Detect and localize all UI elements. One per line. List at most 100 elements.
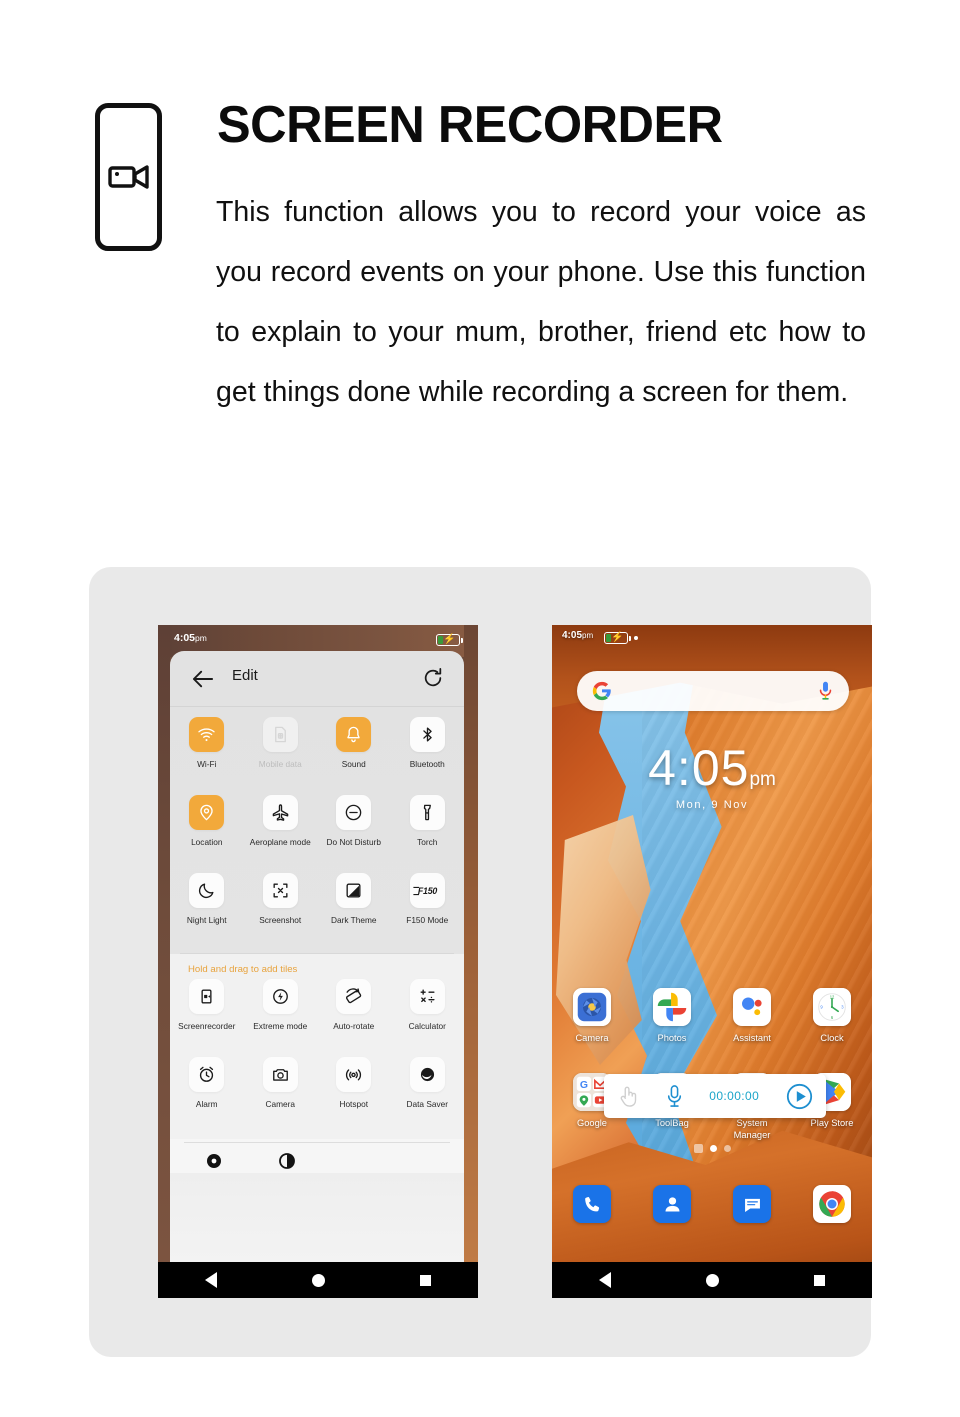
triangle-back-icon[interactable] [599, 1272, 612, 1288]
camera-icon [262, 1057, 298, 1092]
qs-tile-calculator[interactable]: Calculator [391, 979, 465, 1057]
app-label: System Manager [733, 1118, 771, 1140]
dock-phone[interactable] [552, 1185, 632, 1223]
qs-tile-location[interactable]: Location [170, 795, 244, 873]
video-camera-phone-icon [95, 103, 162, 251]
square-recents-icon[interactable] [813, 1274, 825, 1286]
chrome-icon [813, 1185, 851, 1223]
qs-tile-row: Alarm Camera Hotspot Data Saver [170, 1057, 464, 1135]
app-label: Google [577, 1118, 607, 1128]
quick-settings-title: Edit [232, 667, 258, 684]
qs-tile-label: Mobile data [258, 759, 302, 769]
status-time: 4:05pm [174, 632, 207, 644]
quick-settings-panel: Edit Wi-Fi Mobile data Sound Bluetooth L… [170, 651, 464, 1262]
qs-tile-bluetooth[interactable]: Bluetooth [391, 717, 465, 795]
qs-tile-hotspot[interactable]: Hotspot [317, 1057, 391, 1135]
clock-date: Mon, 9 Nov [675, 799, 749, 811]
page-description: This function allows you to record your … [216, 196, 866, 408]
left-phone-wallpaper-right [464, 625, 478, 1262]
google-search-bar[interactable] [577, 671, 849, 711]
circle-home-icon[interactable] [311, 1273, 325, 1287]
qs-tile-sound[interactable]: Sound [317, 717, 391, 795]
qs-tile-wi-fi[interactable]: Wi-Fi [170, 717, 244, 795]
triangle-back-icon[interactable] [205, 1272, 218, 1288]
qs-tile-label: Camera [265, 1099, 295, 1109]
qs-tile-mobile-data[interactable]: Mobile data [244, 717, 318, 795]
app-label: Play Store [810, 1118, 854, 1128]
dock-contacts[interactable] [632, 1185, 712, 1223]
screen-recorder-icon [189, 979, 225, 1014]
app-photos[interactable]: Photos [632, 988, 712, 1044]
page-dot-active[interactable] [709, 1145, 717, 1152]
qs-tile-label: Aeroplane mode [249, 837, 311, 847]
svg-text:G: G [580, 1080, 588, 1091]
app-label: Photos [657, 1033, 687, 1043]
qs-tile-f150-mode[interactable]: F150 F150 Mode [391, 873, 465, 951]
qs-tile-do-not-disturb[interactable]: Do Not Disturb [317, 795, 391, 873]
app-clock[interactable]: 12 3 6 9 Clock [792, 988, 872, 1044]
qs-tile-label: Wi-Fi [197, 759, 217, 769]
qs-tile-label: Do Not Disturb [326, 837, 381, 847]
app-row-1: Camera Photos Assistant 12 3 6 9 Clock [552, 988, 872, 1044]
clock-widget[interactable]: 4:05pm Mon, 9 Nov [552, 743, 872, 811]
battery-charging-icon: ⚡ [436, 634, 463, 646]
recording-timer: 00:00:00 [709, 1089, 760, 1103]
qs-tile-dark-theme[interactable]: Dark Theme [317, 873, 391, 951]
right-phone-screenshot: 4:05pm ⚡ 4:05pm Mon, 9 Nov Camera Photos… [552, 625, 872, 1298]
screenshot-icon [262, 873, 298, 908]
microphone-icon[interactable] [666, 1083, 683, 1109]
f150-logo-icon: F150 [409, 873, 445, 908]
app-assistant[interactable]: Assistant [712, 988, 792, 1044]
dock-messages[interactable] [712, 1185, 792, 1223]
status-time: 4:05pm [562, 630, 594, 641]
google-g-icon [592, 681, 611, 701]
qs-tile-aeroplane-mode[interactable]: Aeroplane mode [244, 795, 318, 873]
circle-home-icon[interactable] [705, 1273, 719, 1287]
right-status-bar: 4:05pm ⚡ [552, 625, 872, 651]
qs-tile-label: Screenrecorder [178, 1021, 236, 1031]
dock-chrome[interactable] [792, 1185, 872, 1223]
qs-tile-label: Night Light [186, 915, 227, 925]
qs-tile-night-light[interactable]: Night Light [170, 873, 244, 951]
clock-time: 4:05pm [648, 740, 776, 796]
qs-tile-label: Calculator [408, 1021, 446, 1031]
qs-tile-auto-rotate[interactable]: Auto-rotate [317, 979, 391, 1057]
qs-tile-data-saver[interactable]: Data Saver [391, 1057, 465, 1135]
reset-icon[interactable] [422, 667, 444, 689]
qs-tile-label: Sound [341, 759, 366, 769]
microphone-icon[interactable] [817, 680, 834, 702]
qs-tile-screenshot[interactable]: Screenshot [244, 873, 318, 951]
qs-tile-label: Torch [417, 837, 438, 847]
page-dot[interactable] [723, 1145, 731, 1152]
qs-tile-camera[interactable]: Camera [244, 1057, 318, 1135]
bolt-circle-icon [262, 979, 298, 1014]
qs-tile-alarm[interactable]: Alarm [170, 1057, 244, 1135]
contacts-icon [653, 1185, 691, 1223]
play-record-icon[interactable] [786, 1083, 813, 1110]
svg-text:F150: F150 [418, 886, 438, 896]
qs-tile-screenrecorder[interactable]: Screenrecorder [170, 979, 244, 1057]
battery-charging-icon: ⚡ [604, 632, 631, 644]
moon-icon [189, 873, 225, 908]
left-phone-wallpaper-left [158, 625, 170, 1262]
app-camera[interactable]: Camera [552, 988, 632, 1044]
qs-tile-label: Location [191, 837, 223, 847]
page-indicator[interactable] [552, 1144, 872, 1153]
qs-tile-extreme-mode[interactable]: Extreme mode [244, 979, 318, 1057]
available-tiles-grid: Screenrecorder Extreme mode Auto-rotate … [170, 979, 464, 1135]
qs-tile-torch[interactable]: Torch [391, 795, 465, 873]
page-indicator-square-icon [693, 1144, 703, 1153]
google-photos-icon [653, 988, 691, 1026]
right-nav-bar [552, 1262, 872, 1298]
flashlight-icon [409, 795, 445, 830]
calculator-icon [409, 979, 445, 1014]
qs-tile-label: Screenshot [259, 915, 302, 925]
hand-tap-icon[interactable] [617, 1084, 639, 1108]
partial-tiles-row [170, 1139, 464, 1173]
half-contrast-icon[interactable] [277, 1151, 297, 1171]
square-recents-icon[interactable] [419, 1274, 431, 1286]
eye-dot-icon[interactable] [204, 1151, 224, 1171]
screen-recorder-toolbar[interactable]: 00:00:00 [604, 1074, 826, 1118]
data-saver-icon [409, 1057, 445, 1092]
arrow-left-icon[interactable] [192, 669, 214, 689]
